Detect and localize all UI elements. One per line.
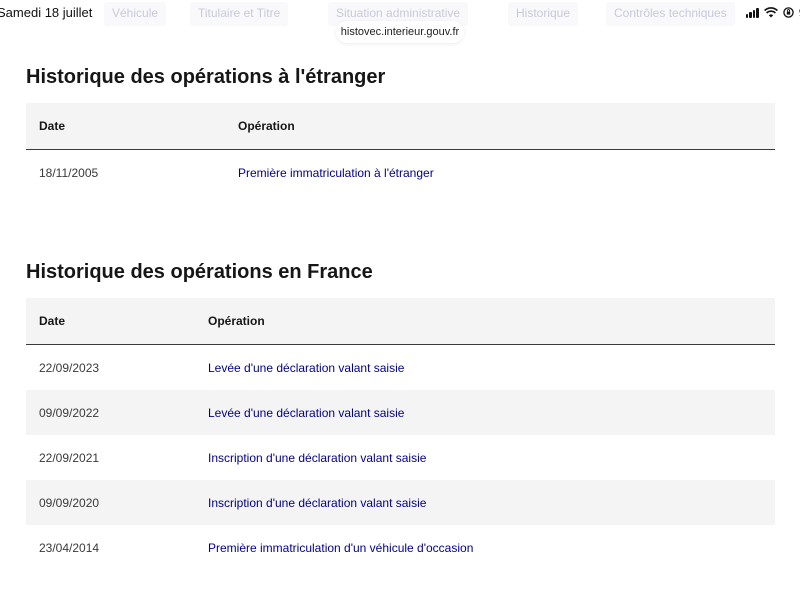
table-header: Date Opération [26,103,775,150]
row-date: 22/09/2021 [39,450,100,465]
row-operation: Inscription d'une déclaration valant sai… [208,450,427,465]
row-operation: Première immatriculation d'un véhicule d… [208,540,474,555]
status-icons: 9 [745,5,800,20]
row-operation: Levée d'une déclaration valant saisie [208,360,405,375]
section-title-foreign: Historique des opérations à l'étranger [26,66,386,88]
foreign-operations-table: Date Opération 18/11/2005 Première immat… [26,103,775,195]
table-row: 22/09/2023 Levée d'une déclaration valan… [26,345,775,390]
france-operations-table: Date Opération 22/09/2023 Levée d'une dé… [26,298,775,570]
table-row: 09/09/2020 Inscription d'une déclaration… [26,480,775,525]
page: Véhicule Titulaire et Titre Situation ad… [0,0,800,600]
row-date: 22/09/2023 [39,360,100,375]
cellular-signal-icon [745,7,759,18]
column-header-date: Date [39,314,66,328]
table-row: 09/09/2022 Levée d'une déclaration valan… [26,390,775,435]
row-date: 09/09/2020 [39,495,100,510]
table-header: Date Opération [26,298,775,345]
column-header-operation: Opération [238,119,295,133]
column-header-date: Date [39,119,66,133]
row-date: 09/09/2022 [39,405,100,420]
row-date: 23/04/2014 [39,540,100,555]
table-row: 23/04/2014 Première immatriculation d'un… [26,525,775,570]
table-row: 18/11/2005 Première immatriculation à l'… [26,150,775,195]
row-operation: Inscription d'une déclaration valant sai… [208,495,427,510]
rotation-lock-icon [783,7,794,18]
row-date: 18/11/2005 [39,165,99,180]
url-bar[interactable]: histovec.interieur.gouv.fr [336,21,464,43]
column-header-operation: Opération [208,314,265,328]
row-operation: Levée d'une déclaration valant saisie [208,405,405,420]
wifi-icon [763,7,778,18]
table-row: 22/09/2021 Inscription d'une déclaration… [26,435,775,480]
section-title-france: Historique des opérations en France [26,261,373,283]
status-date: Samedi 18 juillet [0,5,93,20]
row-operation: Première immatriculation à l'étranger [238,165,434,180]
